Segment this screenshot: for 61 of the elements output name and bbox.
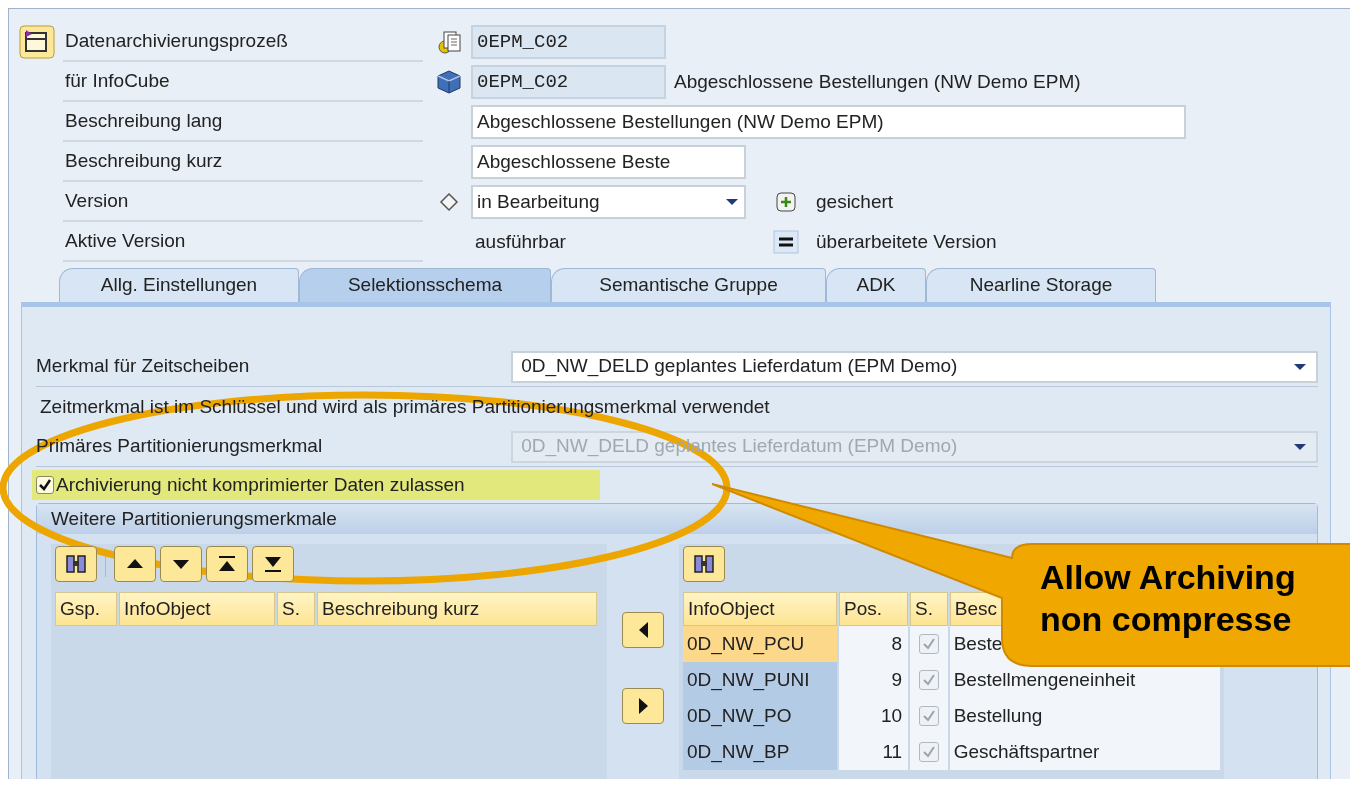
field-label: Version: [65, 188, 129, 213]
column-header: InfoObject: [119, 592, 275, 626]
tab[interactable]: Allg. Einstellungen: [59, 268, 299, 302]
field-label: Aktive Version: [65, 228, 186, 253]
input-field[interactable]: Abgeschlossene Bestellungen (NW Demo EPM): [471, 105, 1186, 139]
readonly-field: 0EPM_C02: [471, 25, 666, 59]
plus-icon: [775, 191, 797, 213]
move-left-button[interactable]: [622, 612, 664, 648]
checkmark-icon: [38, 478, 52, 492]
equals-icon: [773, 230, 799, 254]
status-text: überarbeitete Version: [816, 229, 997, 254]
table-cell: 10: [838, 698, 909, 734]
table-cell[interactable]: 0D_NW_PUNI: [683, 662, 837, 698]
tab[interactable]: ADK: [826, 268, 926, 302]
column-header: Beschreibung kurz: [317, 592, 597, 626]
triangle-right-icon: [638, 698, 648, 714]
callout-text: Allow Archiving: [1040, 557, 1296, 598]
table-cell[interactable]: 0D_NW_BP: [683, 734, 837, 770]
move-down-button[interactable]: [160, 546, 202, 582]
table-cell[interactable]: 0D_NW_PCU: [683, 626, 837, 662]
tab[interactable]: Nearline Storage: [926, 268, 1156, 302]
tab[interactable]: Selektionsschema: [299, 268, 551, 302]
table-cell: Geschäftspartner: [949, 734, 1220, 770]
table-cell: Bestellung: [949, 698, 1220, 734]
move-up-button[interactable]: [114, 546, 156, 582]
input-field[interactable]: Abgeschlossene Beste: [471, 145, 746, 179]
checkbox[interactable]: Archivierung nicht komprimierter Daten zulassen: [32, 470, 600, 500]
triangle-left-icon: [638, 622, 648, 638]
table-cell[interactable]: 0D_NW_PO: [683, 698, 837, 734]
dropdown-field[interactable]: 0D_NW_DELD geplantes Lieferdatum (EPM Demo): [511, 350, 1318, 383]
field-label: Beschreibung lang: [65, 108, 223, 133]
cube-icon: [436, 69, 462, 95]
move-to-top-button[interactable]: [206, 546, 248, 582]
table-cell: 8: [838, 626, 909, 662]
diamond-icon: [439, 192, 459, 212]
tree-button-icon: [19, 25, 55, 59]
field-label: Merkmal für Zeitscheiben: [36, 354, 251, 379]
move-right-button[interactable]: [622, 688, 664, 724]
find-button[interactable]: [55, 546, 97, 582]
readonly-field: 0EPM_C02: [471, 65, 666, 99]
value-text: ausführbar: [474, 229, 567, 254]
table-cell: 9: [838, 662, 909, 698]
field-label: Datenarchivierungsprozeß: [65, 28, 288, 53]
table-cell: 11: [838, 734, 909, 770]
group-title: Weitere Partitionierungsmerkmale: [37, 504, 1317, 534]
binoculars-icon: [64, 553, 88, 575]
column-header: S.: [277, 592, 315, 626]
find-button[interactable]: [683, 546, 725, 582]
field-label: für InfoCube: [65, 68, 170, 93]
column-header: Pos.: [838, 592, 909, 626]
description-text: Abgeschlossene Bestellungen (NW Demo EPM): [674, 69, 1081, 94]
dropdown-field[interactable]: in Bearbeitung: [471, 185, 746, 219]
status-text: gesichert: [816, 189, 894, 214]
field-label: Beschreibung kurz: [65, 148, 223, 173]
binoculars-icon: [692, 553, 716, 575]
column-header: Gsp.: [55, 592, 117, 626]
column-header: S.: [910, 592, 948, 626]
move-to-bottom-button[interactable]: [252, 546, 294, 582]
document-stack-icon: [436, 29, 462, 55]
tab[interactable]: Semantische Gruppe: [551, 268, 826, 302]
column-header: InfoObject: [683, 592, 837, 626]
